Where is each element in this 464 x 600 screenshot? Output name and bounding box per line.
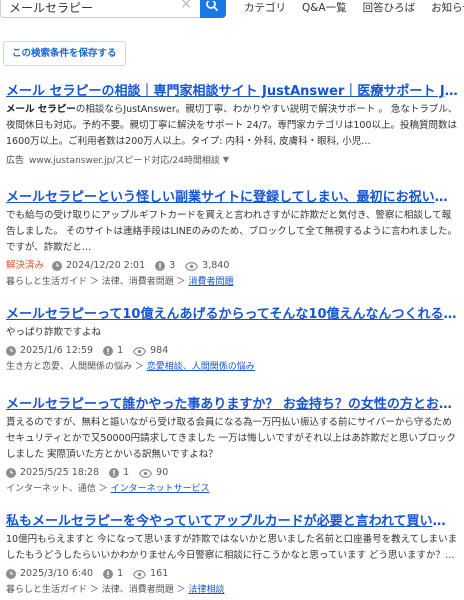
result-item: メールセラピーって10億えんあげるからってそんな10億えんなんつくれるわけな… … [6,306,458,374]
eye-icon [133,569,147,579]
result-item: メールセラピーって誰かやった事ありますか？ お金持ち？の女性の方とお話して高… … [6,396,458,496]
breadcrumb: 暮らしと生活ガイド ＞ 法律、消費者問題 ＞ 消費者問題 [6,277,234,287]
result-meta: 2025/3/10 6:40 1 161 [6,567,458,581]
view-count: 984 [150,345,169,356]
search-input[interactable]: メールセラピー × [0,0,200,18]
answer-count-icon [103,346,114,356]
chevron-down-icon[interactable]: ▼ [223,155,229,164]
post-date: 2025/5/25 18:28 [20,467,100,478]
post-date: 2025/1/6 12:59 [20,345,94,356]
result-title-link[interactable]: 私もメールセラピーを今やっていてアップルカードが必要と言われて買いました … [6,513,458,530]
save-search-button[interactable]: この検索条件を保存する [3,41,126,66]
breadcrumb: 生き方と恋愛、人間関係の悩み ＞ 恋愛相談、人間関係の悩み [6,362,255,372]
result-title-link[interactable]: メールセラピーって誰かやった事ありますか？ お金持ち？の女性の方とお話して高… [6,396,458,413]
result-item: 私もメールセラピーを今やっていてアップルカードが必要と言われて買いました … 1… [6,513,458,597]
clock-icon [52,261,63,271]
answer-count-icon [103,569,114,579]
nav-category[interactable]: カテゴリ [244,0,286,15]
ad-url[interactable]: www.justanswer.jp/スピード対応/24時間相談 [29,153,220,166]
eye-icon [133,346,147,356]
search-query: メールセラピー [9,1,94,15]
breadcrumb: インターネット、通信 ＞ インターネットサービス [6,484,210,494]
ad-title-link[interactable]: メール セラピーの相談｜専門家相談サイト JustAnswer｜医療サポート J… [6,83,458,100]
answer-count-icon [155,261,166,271]
result-item: メールセラピーという怪しい副業サイトに登録してしまい、最初にお祝い金5万円… で… [6,189,458,289]
nav-answer-plaza[interactable]: 回答ひろば [363,0,416,15]
post-date: 2024/12/20 2:01 [66,260,146,271]
breadcrumb: 暮らしと生活ガイド ＞ 法律、消費者問題 ＞ 法律相談 [6,585,225,595]
status-badge: 解決済み [6,260,45,271]
top-nav: カテゴリ Q&A一覧 回答ひろば お知らせ [244,0,464,15]
result-snippet: 貰えるのですが、無料と謳いながら受け取る会員になる為一万円払い振込する前にサイバ… [6,417,456,460]
nav-qa-list[interactable]: Q&A一覧 [302,0,347,15]
category-link[interactable]: 恋愛相談、人間関係の悩み [147,362,255,372]
clear-icon[interactable]: × [180,0,192,11]
ad-label: 広告 [6,156,25,166]
result-snippet: でも給与の受け取りにアップルギフトカードを買えと言われさすがに詐欺だと気付き、警… [6,210,457,253]
post-date: 2025/3/10 6:40 [20,568,94,579]
nav-news[interactable]: お知らせ [431,0,464,15]
answer-count: 1 [123,467,130,478]
answer-count-icon [109,468,120,478]
eye-icon [185,261,199,271]
search-icon [206,1,218,11]
ad-snippet: メール セラピーの相談ならJustAnswer。親切丁寧、わかりやすい説明で解決… [6,104,458,147]
result-snippet: やっぱり詐欺ですよね [6,327,102,338]
result-meta: 解決済み 2024/12/20 2:01 3 3,840 [6,259,458,273]
clock-icon [6,468,16,478]
result-snippet: 10億円もらえますと 今になって思いますが詐欺ではないかと思いました名前と口座番… [6,534,458,561]
top-bar: メールセラピー × カテゴリ Q&A一覧 回答ひろば お知らせ [0,0,464,22]
view-count: 3,840 [202,260,230,271]
answer-count: 3 [169,260,176,271]
answer-count: 1 [117,345,124,356]
category-link[interactable]: インターネットサービス [111,484,210,494]
ad-result: メール セラピーの相談｜専門家相談サイト JustAnswer｜医療サポート J… [6,83,458,166]
result-title-link[interactable]: メールセラピーという怪しい副業サイトに登録してしまい、最初にお祝い金5万円… [6,189,458,206]
view-count: 90 [156,467,169,478]
view-count: 161 [150,568,169,579]
result-meta: 2025/1/6 12:59 1 984 [6,344,458,358]
clock-icon [6,346,16,356]
answer-count: 1 [117,568,124,579]
clock-icon [6,569,16,579]
search-button[interactable] [200,0,226,18]
result-meta: 2025/5/25 18:28 1 90 [6,466,458,480]
category-link[interactable]: 法律相談 [188,585,224,595]
result-title-link[interactable]: メールセラピーって10億えんあげるからってそんな10億えんなんつくれるわけな… [6,306,458,323]
category-link[interactable]: 消費者問題 [188,277,233,287]
eye-icon [139,468,153,478]
ad-url-line: 広告 www.justanswer.jp/スピード対応/24時間相談 ▼ [6,153,458,166]
